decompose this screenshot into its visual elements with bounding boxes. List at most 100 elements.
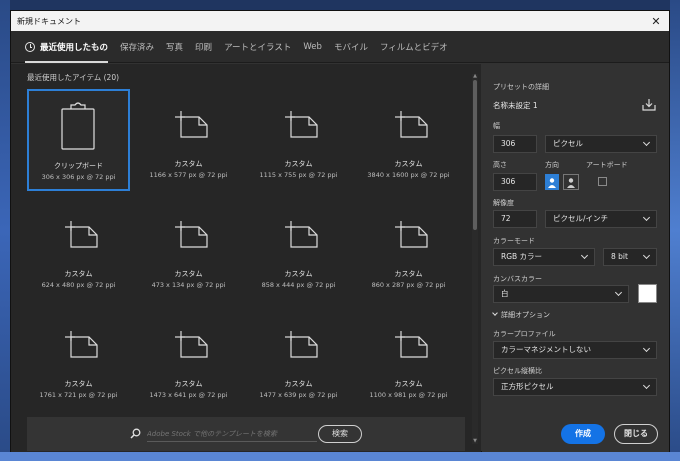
resolution-unit-select[interactable]: ピクセル/インチ: [545, 210, 657, 228]
tab-print[interactable]: 印刷: [195, 31, 212, 63]
tab-label: アートとイラスト: [224, 42, 292, 53]
stock-search-input[interactable]: [147, 426, 317, 442]
orientation-label: 方向: [545, 161, 559, 169]
recent-items-pane: 最近使用したアイテム (20) クリップボード 306 x 306 px @ 72…: [11, 64, 481, 452]
canvas-color-select[interactable]: 白: [493, 285, 629, 303]
document-icon: [65, 221, 98, 248]
document-icon: [395, 331, 428, 358]
canvas-color-swatch[interactable]: [638, 284, 657, 303]
chevron-down-icon: [642, 138, 651, 147]
width-unit-select[interactable]: ピクセル: [545, 135, 657, 153]
tab-photo[interactable]: 写真: [166, 31, 183, 63]
preset-card-custom[interactable]: カスタム 624 x 480 px @ 72 ppi: [27, 199, 130, 301]
scrollbar-thumb[interactable]: [473, 80, 477, 230]
preset-card-custom[interactable]: カスタム 1115 x 755 px @ 72 ppi: [247, 89, 350, 191]
advanced-options-label: 詳細オプション: [501, 311, 550, 319]
portrait-orientation-button[interactable]: [545, 174, 559, 190]
bit-depth-value: 8 bit: [611, 252, 628, 261]
preset-details-title: プリセットの詳細: [493, 83, 549, 91]
tab-label: 保存済み: [120, 42, 155, 53]
preset-card-size: 860 x 287 px @ 72 ppi: [371, 281, 446, 289]
search-icon: [130, 428, 141, 439]
document-name[interactable]: 名称未設定 1: [493, 100, 538, 111]
preset-card-name: カスタム: [64, 380, 93, 388]
tab-art-illustration[interactable]: アートとイラスト: [224, 31, 291, 63]
clipboard-icon: [61, 102, 95, 150]
chevron-down-icon: [642, 213, 651, 222]
preset-card-custom[interactable]: カスタム 1473 x 641 px @ 72 ppi: [137, 309, 240, 411]
save-preset-icon[interactable]: [642, 98, 656, 111]
document-icon: [285, 221, 318, 248]
preset-card-name: カスタム: [284, 380, 313, 388]
tab-mobile[interactable]: モバイル: [334, 31, 368, 63]
advanced-options-toggle[interactable]: 詳細オプション: [492, 310, 550, 320]
chevron-down-icon: [642, 381, 651, 390]
preset-card-name: カスタム: [284, 270, 313, 278]
document-icon: [395, 221, 428, 248]
preset-card-custom[interactable]: カスタム 1166 x 577 px @ 72 ppi: [137, 89, 240, 191]
chevron-down-icon: [642, 344, 651, 353]
tab-label: 最近使用したもの: [40, 42, 109, 53]
preset-card-name: カスタム: [394, 160, 423, 168]
canvas-color-value: 白: [501, 289, 509, 298]
preset-card-size: 3840 x 1600 px @ 72 ppi: [367, 171, 450, 179]
desktop-background-left: [0, 0, 10, 461]
category-tabs: 最近使用したもの 保存済み 写真 印刷 アートとイラスト Web モバイル フィ…: [11, 31, 669, 63]
chevron-down-icon: [580, 251, 589, 260]
pixel-aspect-select[interactable]: 正方形ピクセル: [493, 378, 657, 396]
preset-card-name: カスタム: [174, 380, 203, 388]
recent-items-title: 最近使用したアイテム (20): [27, 73, 120, 82]
tab-recent[interactable]: 最近使用したもの: [25, 31, 109, 63]
preset-card-name: クリップボード: [54, 162, 103, 170]
preset-card-custom[interactable]: カスタム 860 x 287 px @ 72 ppi: [357, 199, 460, 301]
window-title: 新規ドキュメント: [17, 16, 81, 26]
preset-card-custom[interactable]: カスタム 473 x 134 px @ 72 ppi: [137, 199, 240, 301]
create-button[interactable]: 作成: [561, 424, 605, 444]
preset-card-name: カスタム: [394, 380, 423, 388]
preset-card-size: 1473 x 641 px @ 72 ppi: [149, 391, 228, 399]
scroll-up-icon[interactable]: ▲: [472, 74, 478, 79]
preset-card-name: カスタム: [394, 270, 423, 278]
tab-film-video[interactable]: フィルムとビデオ: [380, 31, 448, 63]
preset-card-size: 1761 x 721 px @ 72 ppi: [39, 391, 118, 399]
preset-card-size: 1166 x 577 px @ 72 ppi: [149, 171, 228, 179]
document-icon: [175, 221, 208, 248]
preset-card-custom[interactable]: カスタム 3840 x 1600 px @ 72 ppi: [357, 89, 460, 191]
tab-label: フィルムとビデオ: [379, 42, 448, 53]
color-mode-select[interactable]: RGB カラー: [493, 248, 595, 266]
stock-search-bar: 検索: [27, 417, 465, 451]
color-profile-select[interactable]: カラーマネジメントしない: [493, 341, 657, 359]
pixel-aspect-value: 正方形ピクセル: [501, 382, 554, 391]
preset-card-size: 306 x 306 px @ 72 ppi: [41, 173, 116, 181]
landscape-orientation-button[interactable]: [563, 174, 579, 190]
document-icon: [65, 331, 98, 358]
preset-card-clipboard[interactable]: クリップボード 306 x 306 px @ 72 ppi: [27, 89, 130, 191]
preset-card-custom[interactable]: カスタム 1761 x 721 px @ 72 ppi: [27, 309, 130, 411]
tab-web[interactable]: Web: [303, 31, 322, 63]
preset-card-custom[interactable]: カスタム 1100 x 981 px @ 72 ppi: [357, 309, 460, 411]
document-icon: [285, 111, 318, 138]
color-profile-value: カラーマネジメントしない: [501, 345, 591, 354]
scroll-down-icon[interactable]: ▼: [472, 439, 478, 444]
tab-saved[interactable]: 保存済み: [120, 31, 154, 63]
width-input[interactable]: 306: [493, 135, 537, 153]
taskbar-strip: [0, 452, 680, 461]
document-icon: [175, 331, 208, 358]
search-button[interactable]: 検索: [318, 425, 362, 443]
close-window-icon[interactable]: ✕: [649, 14, 663, 28]
height-input[interactable]: 306: [493, 173, 537, 191]
preset-card-custom[interactable]: カスタム 858 x 444 px @ 72 ppi: [247, 199, 350, 301]
close-button[interactable]: 閉じる: [614, 424, 658, 444]
height-label: 高さ: [493, 161, 507, 169]
document-icon: [395, 111, 428, 138]
preset-card-custom[interactable]: カスタム 1477 x 639 px @ 72 ppi: [247, 309, 350, 411]
artboard-checkbox[interactable]: [598, 177, 607, 186]
document-icon: [175, 111, 208, 138]
resolution-unit-value: ピクセル/インチ: [553, 214, 609, 223]
tab-label: 印刷: [195, 42, 213, 53]
recent-items-scrollbar[interactable]: ▲ ▼: [472, 74, 478, 444]
bit-depth-select[interactable]: 8 bit: [603, 248, 657, 266]
color-mode-label: カラーモード: [493, 237, 535, 245]
preset-card-size: 624 x 480 px @ 72 ppi: [41, 281, 116, 289]
resolution-input[interactable]: 72: [493, 210, 537, 228]
